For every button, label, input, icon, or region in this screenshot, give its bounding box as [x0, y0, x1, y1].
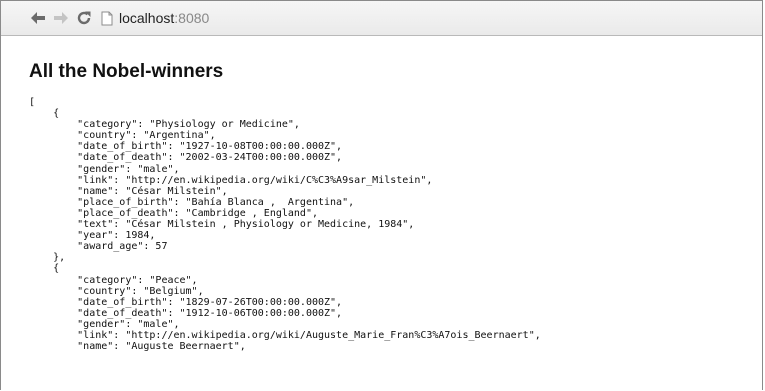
json-line: "country": "Belgium",: [29, 285, 204, 297]
json-line: "date_of_death": "2002-03-24T00:00:00.00…: [29, 152, 343, 164]
reload-button[interactable]: [73, 7, 95, 29]
json-line: "category": "Physiology or Medicine",: [29, 119, 300, 131]
address-bar[interactable]: localhost:8080: [99, 6, 209, 30]
reload-icon: [77, 11, 91, 25]
json-line: "gender": "male",: [29, 163, 180, 175]
json-line: {: [29, 263, 60, 275]
json-line: "name": "César Milstein",: [29, 185, 228, 197]
json-line: "award_age": 57: [29, 241, 168, 253]
json-line: "name": "Auguste Beernaert",: [29, 341, 246, 353]
json-line: },: [29, 252, 66, 264]
json-line: "year": 1984,: [29, 230, 156, 242]
url-port: :8080: [174, 10, 210, 26]
page-icon: [99, 10, 115, 26]
url-text: localhost:8080: [119, 10, 209, 26]
json-line: "gender": "male",: [29, 318, 180, 330]
json-line: "link": "http://en.wikipedia.org/wiki/Au…: [29, 329, 541, 341]
json-line: "link": "http://en.wikipedia.org/wiki/C%…: [29, 174, 433, 186]
arrow-right-icon: [54, 12, 68, 24]
json-output: [ { "category": "Physiology or Medicine"…: [29, 97, 762, 352]
page-content: All the Nobel-winners [ { "category": "P…: [1, 60, 762, 352]
json-line: "country": "Argentina",: [29, 130, 216, 142]
forward-button[interactable]: [50, 7, 72, 29]
json-line: "category": "Peace",: [29, 274, 198, 286]
json-line: "date_of_death": "1912-10-06T00:00:00.00…: [29, 307, 343, 319]
json-line: "date_of_birth": "1829-07-26T00:00:00.00…: [29, 296, 343, 308]
browser-toolbar: localhost:8080: [1, 1, 762, 36]
arrow-left-icon: [31, 12, 45, 24]
json-line: {: [29, 108, 60, 120]
json-line: "date_of_birth": "1927-10-08T00:00:00.00…: [29, 141, 343, 153]
json-line: [: [29, 97, 36, 108]
page-title: All the Nobel-winners: [29, 61, 224, 82]
back-button[interactable]: [27, 7, 49, 29]
json-line: "place_of_death": "Cambridge , England",: [29, 207, 318, 219]
json-line: "text": "César Milstein , Physiology or …: [29, 219, 415, 231]
url-host: localhost: [119, 10, 175, 26]
json-line: "place_of_birth": "Bahía Blanca , Argent…: [29, 196, 355, 208]
browser-window: localhost:8080 All the Nobel-winners [ {…: [0, 0, 763, 390]
